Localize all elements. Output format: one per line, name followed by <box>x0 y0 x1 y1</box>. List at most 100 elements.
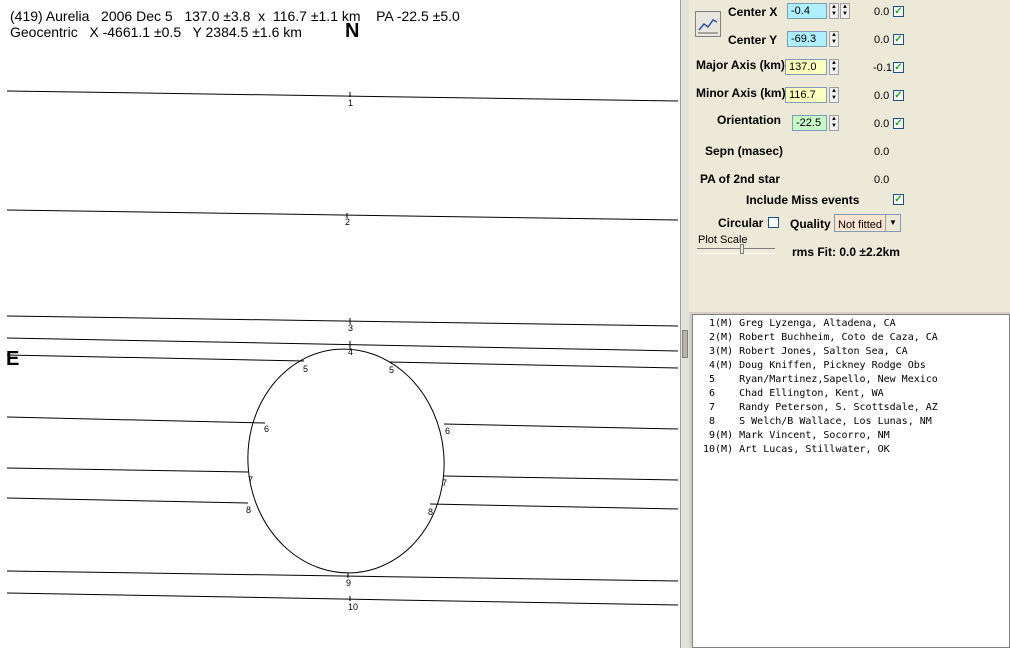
list-item[interactable]: 5 Ryan/Martinez,Sapello, New Mexico <box>703 374 938 385</box>
quality-label: Quality <box>790 217 831 231</box>
include-miss-checkbox[interactable]: ✓ <box>893 194 904 205</box>
orientation-spinner[interactable]: ▲ ▼ <box>829 115 839 131</box>
pa-2nd-star-value: 0.0 <box>874 174 890 186</box>
chord-label-8a: 8 <box>246 505 251 515</box>
chord-label-10: 10 <box>348 602 358 612</box>
chord-label-1: 1 <box>348 98 353 108</box>
plot-scale-slider-thumb[interactable] <box>740 244 744 254</box>
plot-header-title: (419) Aurelia 2006 Dec 5 137.0 ±3.8 x 11… <box>10 8 460 24</box>
center-x-input[interactable]: -0.4 <box>787 3 827 19</box>
spin-down-icon: ▼ <box>831 67 837 73</box>
chord-label-6b: 6 <box>445 426 450 436</box>
quality-select-value: Not fitted <box>838 219 883 231</box>
orientation-input[interactable]: -22.5 <box>792 115 827 131</box>
list-item[interactable]: 4(M) Doug Kniffen, Pickney Rodge Obs <box>703 360 926 371</box>
chord-label-5a: 5 <box>303 364 308 374</box>
chord-line-7a <box>6 467 249 473</box>
chord-plot-canvas: 1 2 3 4 5 5 6 6 7 7 8 8 9 10 <box>6 90 679 612</box>
list-item[interactable]: 2(M) Robert Buchheim, Coto de Caza, CA <box>703 332 938 343</box>
spin-down-icon: ▼ <box>831 11 837 17</box>
chord-line-5a <box>6 354 305 362</box>
chord-line-1 <box>6 90 679 102</box>
chord-label-9: 9 <box>346 578 351 588</box>
chord-label-5b: 5 <box>389 365 394 375</box>
observer-list[interactable]: 1(M) Greg Lyzenga, Altadena, CA 2(M) Rob… <box>692 314 1010 648</box>
sepn-value: 0.0 <box>874 146 890 158</box>
spin-up-icon: ▲ <box>831 88 837 94</box>
chord-plot[interactable]: 1 2 3 4 5 5 6 6 7 7 8 8 9 10 (419) Aurel… <box>0 0 681 648</box>
chord-line-8a <box>6 497 249 504</box>
circular-checkbox[interactable] <box>768 217 779 228</box>
chord-label-7a: 7 <box>248 475 253 485</box>
fit-control-panel: Center X -0.4 ▲ ▼ ▲ ▼ 0.0 ✓ Center Y -69.3… <box>689 0 1010 312</box>
pa-2nd-star-label: PA of 2nd star <box>700 172 781 186</box>
minor-axis-checkbox[interactable]: ✓ <box>893 90 904 101</box>
major-axis-label: Major Axis (km) <box>696 58 785 72</box>
chord-line-3 <box>6 315 679 327</box>
splitter-thumb[interactable] <box>682 330 688 358</box>
orientation-label: Orientation <box>717 113 782 127</box>
major-axis-input[interactable]: 137.0 <box>785 59 827 75</box>
list-item[interactable]: 9(M) Mark Vincent, Socorro, NM <box>703 430 890 441</box>
line-graph-icon <box>698 19 718 34</box>
minor-axis-spinner[interactable]: ▲ ▼ <box>829 87 839 103</box>
east-label: E <box>6 348 20 370</box>
minor-axis-offset: 0.0 <box>874 90 890 102</box>
chord-label-2: 2 <box>345 217 350 227</box>
chord-line-6b <box>443 423 679 430</box>
center-y-spinner[interactable]: ▲ ▼ <box>829 31 839 47</box>
rms-fit-value: rms Fit: 0.0 ±2.2km <box>792 245 900 259</box>
list-item[interactable]: 7 Randy Peterson, S. Scottsdale, AZ <box>703 402 938 413</box>
spin-up-icon: ▲ <box>831 116 837 122</box>
minor-axis-label: Minor Axis (km) <box>696 86 786 100</box>
spin-up-icon: ▲ <box>842 4 848 10</box>
list-item[interactable]: 1(M) Greg Lyzenga, Altadena, CA <box>703 318 896 329</box>
major-axis-offset: -0.1 <box>873 62 892 74</box>
chord-label-7b: 7 <box>442 478 447 488</box>
center-y-offset: 0.0 <box>874 34 890 46</box>
sepn-label: Sepn (masec) <box>705 144 784 158</box>
center-x-checkbox[interactable]: ✓ <box>893 6 904 17</box>
spin-up-icon: ▲ <box>831 60 837 66</box>
major-axis-checkbox[interactable]: ✓ <box>893 62 904 73</box>
orientation-offset: 0.0 <box>874 118 890 130</box>
chord-line-8b <box>429 503 679 510</box>
spin-up-icon: ▲ <box>831 4 837 10</box>
north-label: N <box>345 20 360 42</box>
chord-line-10 <box>6 592 679 606</box>
major-axis-spinner[interactable]: ▲ ▼ <box>829 59 839 75</box>
orientation-checkbox[interactable]: ✓ <box>893 118 904 129</box>
chord-label-3: 3 <box>348 323 353 333</box>
center-x-label: Center X <box>728 5 778 19</box>
list-item[interactable]: 6 Chad Ellington, Kent, WA <box>703 388 884 399</box>
minor-axis-input[interactable]: 116.7 <box>785 87 827 103</box>
center-y-checkbox[interactable]: ✓ <box>893 34 904 45</box>
spin-down-icon: ▼ <box>842 11 848 17</box>
chord-label-4: 4 <box>348 347 353 357</box>
spin-down-icon: ▼ <box>831 123 837 129</box>
chord-line-6a <box>6 416 266 424</box>
chord-line-7b <box>443 475 679 481</box>
center-x-offset: 0.0 <box>874 6 890 18</box>
spin-down-icon: ▼ <box>831 39 837 45</box>
chord-label-6a: 6 <box>264 424 269 434</box>
center-y-input[interactable]: -69.3 <box>787 31 827 47</box>
center-x-spinner[interactable]: ▲ ▼ <box>829 3 839 19</box>
asteroid-profile-ellipse <box>247 348 445 574</box>
chord-line-5b <box>388 361 679 369</box>
quality-select[interactable]: Not fitted ▼ <box>834 214 901 232</box>
chord-line-2 <box>6 209 679 221</box>
spin-down-icon: ▼ <box>831 95 837 101</box>
chevron-down-icon: ▼ <box>885 215 900 231</box>
list-item[interactable]: 8 S Welch/B Wallace, Los Lunas, NM <box>703 416 932 427</box>
center-y-label: Center Y <box>728 33 778 47</box>
plot-header-geocentric: Geocentric X -4661.1 ±0.5 Y 2384.5 ±1.6 … <box>10 24 302 40</box>
plot-scale-slider-track[interactable] <box>697 248 775 254</box>
center-x-spinner-2[interactable]: ▲ ▼ <box>840 3 850 19</box>
list-item[interactable]: 10(M) Art Lucas, Stillwater, OK <box>703 444 890 455</box>
plot-splitter-scrollbar[interactable] <box>680 0 689 648</box>
list-item[interactable]: 3(M) Robert Jones, Salton Sea, CA <box>703 346 908 357</box>
spin-up-icon: ▲ <box>831 32 837 38</box>
include-miss-label: Include Miss events <box>746 193 860 207</box>
plot-graph-button[interactable] <box>695 11 721 37</box>
